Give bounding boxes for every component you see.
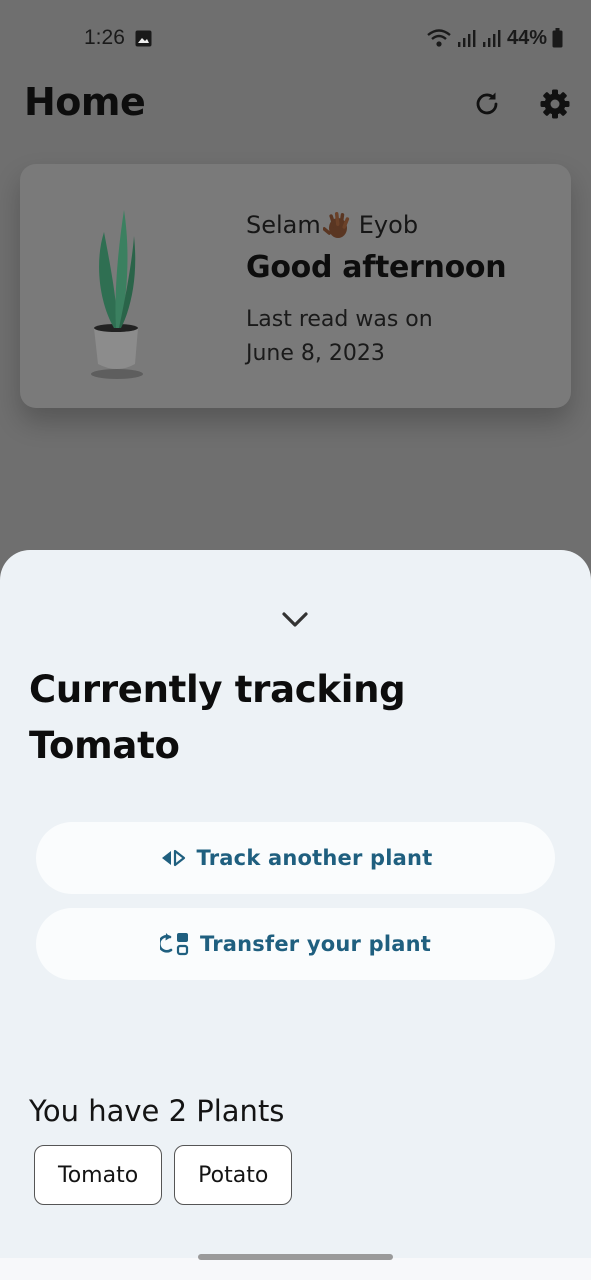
wifi-icon — [427, 29, 451, 47]
first-name: Selam — [246, 211, 321, 239]
plant-chip-tomato[interactable]: Tomato — [34, 1145, 163, 1205]
home-indicator[interactable] — [198, 1254, 393, 1260]
chevron-down-icon — [282, 612, 308, 627]
battery-percent: 44% — [506, 26, 547, 49]
greeting-card: Selam Eyob Good afternoon Last read was … — [20, 164, 571, 408]
last-name: Eyob — [358, 211, 419, 239]
greeting-text: Selam Eyob Good afternoon Last read was … — [246, 208, 556, 371]
refresh-icon — [476, 92, 498, 115]
last-read-date: Last read was on June 8, 2023 — [246, 307, 433, 366]
track-another-plant-button[interactable]: Track another plant — [36, 822, 555, 894]
plant-chips: Tomato Potato — [34, 1145, 293, 1205]
refresh-button[interactable] — [471, 88, 503, 120]
battery-icon — [552, 28, 563, 48]
signal-icon — [457, 30, 476, 47]
transfer-icon — [160, 933, 189, 956]
waving-hand-icon — [322, 212, 349, 238]
greeting-title: Good afternoon — [246, 250, 507, 285]
signal-icon — [482, 30, 501, 47]
collapse-sheet-button[interactable] — [278, 606, 312, 634]
status-icons: 44% — [426, 25, 563, 51]
user-greeting-name: Selam Eyob — [246, 208, 556, 242]
gear-icon — [540, 89, 570, 119]
transfer-plant-button[interactable]: Transfer your plant — [36, 908, 555, 980]
transfer-plant-label: Transfer your plant — [200, 932, 431, 956]
status-time: 1:26 — [84, 26, 125, 49]
swap-arrows-icon — [161, 849, 185, 867]
bottom-sheet: Currently tracking Tomato Track another … — [0, 550, 591, 1258]
track-another-plant-label: Track another plant — [196, 846, 433, 870]
navigation-bar — [0, 1258, 591, 1280]
settings-button[interactable] — [539, 88, 571, 120]
plant-chip-potato[interactable]: Potato — [174, 1145, 293, 1205]
plants-count: You have 2 Plants — [29, 1094, 285, 1128]
plant-illustration — [91, 210, 143, 379]
page-title: Home — [24, 80, 146, 124]
status-bar: 1:26 44% — [0, 0, 591, 78]
tracking-title: Currently tracking Tomato — [29, 668, 406, 767]
image-icon — [135, 30, 152, 47]
